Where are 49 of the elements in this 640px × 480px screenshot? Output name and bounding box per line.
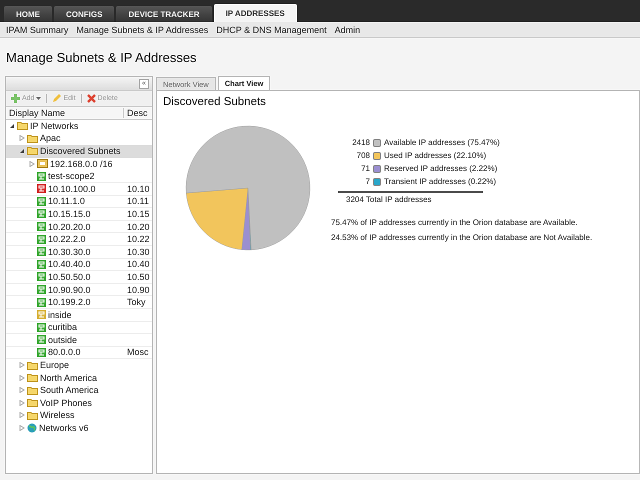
description-text: 10.22: [126, 234, 150, 244]
count-text: 2418: [351, 138, 370, 147]
summary-text: 75.47% of IP addresses currently in the Orion database are Available.: [331, 218, 579, 227]
node-label: Apac: [40, 133, 61, 144]
section-title: Discovered Subnets: [163, 96, 267, 108]
description-text: 10.90: [126, 284, 150, 295]
legend-label: Used IP addresses (22.10%): [384, 151, 486, 160]
description-text: 10.30: [126, 246, 150, 257]
description-text: 10.50: [126, 272, 150, 282]
node-label: 10.50.50.0: [48, 272, 91, 282]
count-text: 708: [356, 151, 370, 160]
node-label: inside: [48, 310, 72, 320]
node-label: outside: [48, 334, 78, 345]
node-label: 10.20.20.0: [48, 222, 91, 232]
node-label: VoIP Phones: [40, 398, 92, 408]
description-text: 10.40: [126, 259, 150, 270]
node-label: 10.11.1.0: [48, 196, 85, 206]
node-label: Networks v6: [39, 423, 89, 434]
node-label: 10.30.30.0: [48, 246, 91, 257]
node-label: 80.0.0.0: [48, 347, 81, 358]
count-text: 71: [360, 164, 370, 173]
node-label: Discovered Subnets: [40, 146, 121, 156]
description-text: 10.11: [126, 196, 149, 206]
description-text: 10.10: [126, 184, 150, 194]
node-label: 10.199.2.0: [48, 297, 91, 308]
node-label: 192.168.0.0 /16: [50, 158, 113, 169]
node-label: North America: [40, 372, 98, 383]
node-label: curitiba: [48, 322, 78, 332]
node-label: 10.22.2.0: [48, 234, 86, 244]
legend-label: Reserved IP addresses (2.22%): [384, 164, 498, 173]
node-label: Europe: [40, 360, 70, 370]
node-label: 10.10.100.0: [48, 184, 96, 194]
count-text: 7: [364, 177, 370, 186]
node-label: Wireless: [40, 410, 75, 420]
node-label: IP Networks: [30, 120, 78, 131]
legend-label: Transient IP addresses (0.22%): [384, 177, 496, 186]
legend-label: Available IP addresses (75.47%): [384, 138, 500, 147]
node-label: South America: [40, 385, 99, 396]
node-label: 10.15.15.0: [48, 208, 91, 219]
description-text: Toky: [126, 297, 146, 308]
description-text: 10.15: [126, 208, 150, 219]
total-text: 3204 Total IP addresses: [338, 191, 483, 204]
node-label: 10.90.90.0: [48, 284, 91, 295]
page-title: Manage Subnets & IP Addresses: [5, 49, 198, 67]
description-text: Mosc: [126, 347, 149, 358]
description-text: 10.20: [126, 222, 150, 232]
summary-text: 24.53% of IP addresses currently in the Orion database are Not Available.: [331, 233, 592, 242]
node-label: 10.40.40.0: [48, 259, 91, 270]
node-label: test-scope2: [48, 171, 95, 182]
